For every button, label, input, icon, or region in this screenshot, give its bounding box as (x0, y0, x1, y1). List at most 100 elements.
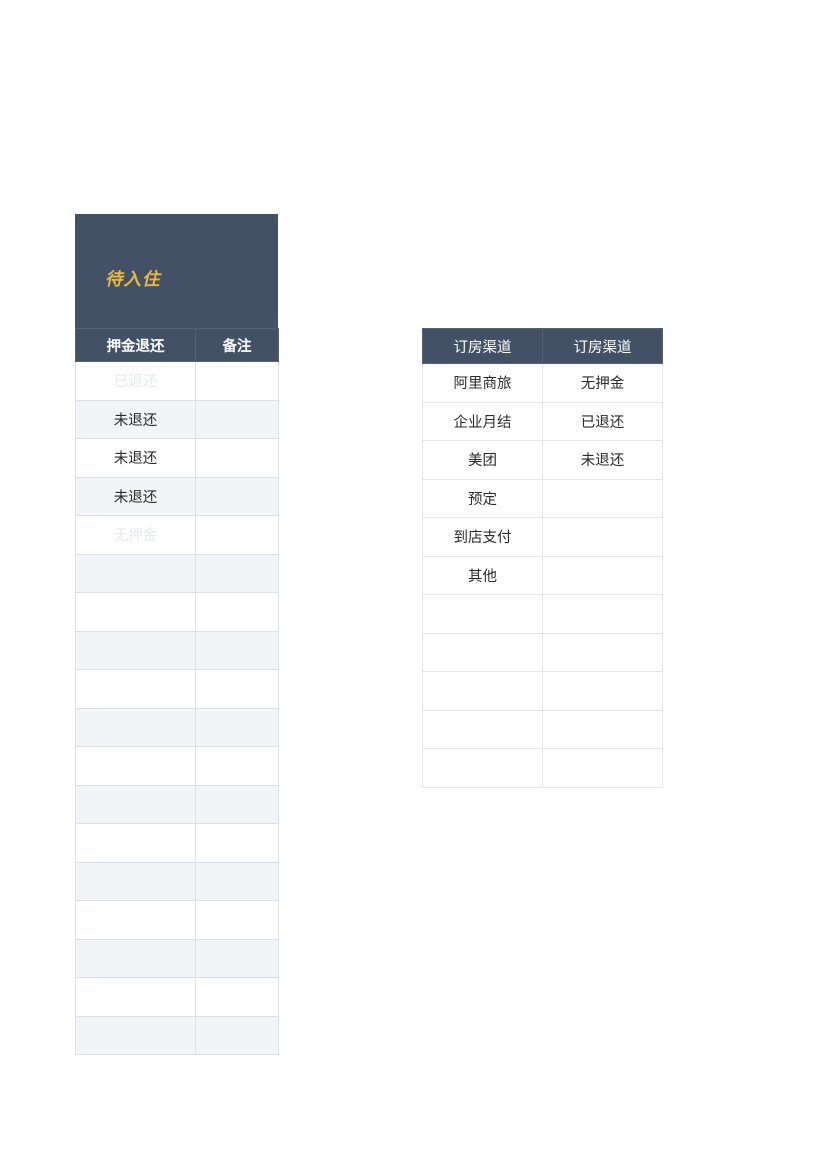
cell-booking-channel[interactable]: 美团 (422, 440, 543, 480)
cell-deposit-status[interactable] (542, 671, 663, 711)
cell-deposit-refund[interactable] (75, 553, 196, 593)
cell-deposit-refund[interactable] (75, 977, 196, 1017)
cell-deposit-refund[interactable] (75, 861, 196, 901)
cell-deposit-status[interactable] (542, 555, 663, 595)
status-banner-title: 待入住 (105, 269, 161, 289)
deposit-panel: 待入住 押金退还 备注 已退还 未退还 未退还 未退还 无押金 (75, 214, 279, 1055)
table-row (75, 977, 279, 1017)
cell-deposit-status[interactable] (542, 594, 663, 634)
column-header-deposit-refund[interactable]: 押金退还 (75, 328, 196, 362)
cell-booking-channel[interactable] (422, 709, 543, 749)
cell-remark[interactable] (195, 1015, 279, 1055)
cell-deposit-status[interactable]: 已退还 (542, 401, 663, 441)
cell-deposit-refund[interactable] (75, 630, 196, 670)
cell-deposit-status[interactable] (542, 709, 663, 749)
table-row: 预定 (422, 478, 663, 518)
booking-channel-table: 订房渠道 订房渠道 阿里商旅 无押金 企业月结 已退还 美团 未退还 预定 到店支付 其他 (422, 328, 663, 788)
table-row: 无押金 (75, 515, 279, 555)
cell-remark[interactable] (195, 900, 279, 940)
cell-booking-channel[interactable] (422, 632, 543, 672)
deposit-header-row: 押金退还 备注 (75, 328, 279, 362)
column-header-booking-channel-1[interactable]: 订房渠道 (422, 328, 543, 364)
cell-remark[interactable] (195, 669, 279, 709)
deposit-table-body: 已退还 未退还 未退还 未退还 无押金 (75, 361, 279, 1055)
cell-remark[interactable] (195, 977, 279, 1017)
channel-table-body: 阿里商旅 无押金 企业月结 已退还 美团 未退还 预定 到店支付 其他 (422, 363, 663, 788)
status-banner: 待入住 (75, 214, 278, 328)
table-row (75, 707, 279, 747)
table-row (75, 553, 279, 593)
table-row (75, 630, 279, 670)
cell-remark[interactable] (195, 476, 279, 516)
cell-deposit-status[interactable] (542, 748, 663, 788)
channel-header-row: 订房渠道 订房渠道 (422, 328, 663, 364)
cell-remark[interactable] (195, 938, 279, 978)
cell-remark[interactable] (195, 630, 279, 670)
cell-booking-channel[interactable]: 其他 (422, 555, 543, 595)
cell-booking-channel[interactable]: 阿里商旅 (422, 363, 543, 403)
table-row: 未退还 (75, 399, 279, 439)
cell-deposit-refund[interactable] (75, 784, 196, 824)
cell-booking-channel[interactable] (422, 748, 543, 788)
cell-deposit-refund[interactable] (75, 707, 196, 747)
table-row (422, 632, 663, 672)
cell-remark[interactable] (195, 746, 279, 786)
cell-deposit-refund[interactable]: 未退还 (75, 476, 196, 516)
table-row (75, 1015, 279, 1055)
cell-remark[interactable] (195, 784, 279, 824)
cell-remark[interactable] (195, 515, 279, 555)
cell-deposit-refund[interactable]: 已退还 (75, 361, 196, 401)
table-row (75, 592, 279, 632)
cell-deposit-refund[interactable] (75, 1015, 196, 1055)
cell-deposit-refund[interactable] (75, 938, 196, 978)
table-row: 阿里商旅 无押金 (422, 363, 663, 403)
table-row (75, 938, 279, 978)
cell-deposit-refund[interactable] (75, 900, 196, 940)
table-row: 未退还 (75, 438, 279, 478)
cell-booking-channel[interactable]: 到店支付 (422, 517, 543, 557)
table-row (75, 861, 279, 901)
cell-deposit-status[interactable]: 未退还 (542, 440, 663, 480)
cell-deposit-refund[interactable] (75, 746, 196, 786)
cell-deposit-refund[interactable] (75, 592, 196, 632)
table-row: 美团 未退还 (422, 440, 663, 480)
cell-remark[interactable] (195, 592, 279, 632)
channel-panel: 订房渠道 订房渠道 阿里商旅 无押金 企业月结 已退还 美团 未退还 预定 到店支付 其他 (422, 328, 663, 788)
cell-deposit-status[interactable] (542, 517, 663, 557)
column-header-remark[interactable]: 备注 (195, 328, 279, 362)
table-row (422, 594, 663, 634)
cell-deposit-refund[interactable] (75, 669, 196, 709)
cell-remark[interactable] (195, 823, 279, 863)
deposit-refund-table: 押金退还 备注 已退还 未退还 未退还 未退还 无押金 (75, 328, 279, 1055)
cell-deposit-refund[interactable] (75, 823, 196, 863)
table-row: 企业月结 已退还 (422, 401, 663, 441)
column-header-booking-channel-2[interactable]: 订房渠道 (542, 328, 663, 364)
table-row (75, 669, 279, 709)
deposit-table-head: 押金退还 备注 (75, 328, 279, 362)
cell-deposit-refund[interactable]: 未退还 (75, 438, 196, 478)
cell-deposit-status[interactable]: 无押金 (542, 363, 663, 403)
cell-deposit-status[interactable] (542, 478, 663, 518)
table-row (75, 784, 279, 824)
table-row (422, 671, 663, 711)
table-row (75, 900, 279, 940)
cell-remark[interactable] (195, 861, 279, 901)
table-row (75, 746, 279, 786)
cell-remark[interactable] (195, 553, 279, 593)
channel-table-head: 订房渠道 订房渠道 (422, 328, 663, 364)
cell-booking-channel[interactable] (422, 671, 543, 711)
cell-remark[interactable] (195, 438, 279, 478)
cell-deposit-refund[interactable]: 未退还 (75, 399, 196, 439)
table-row (422, 709, 663, 749)
cell-booking-channel[interactable] (422, 594, 543, 634)
cell-deposit-status[interactable] (542, 632, 663, 672)
cell-remark[interactable] (195, 399, 279, 439)
table-row: 已退还 (75, 361, 279, 401)
table-row: 未退还 (75, 476, 279, 516)
cell-booking-channel[interactable]: 企业月结 (422, 401, 543, 441)
table-row: 其他 (422, 555, 663, 595)
cell-remark[interactable] (195, 707, 279, 747)
cell-remark[interactable] (195, 361, 279, 401)
cell-booking-channel[interactable]: 预定 (422, 478, 543, 518)
cell-deposit-refund[interactable]: 无押金 (75, 515, 196, 555)
